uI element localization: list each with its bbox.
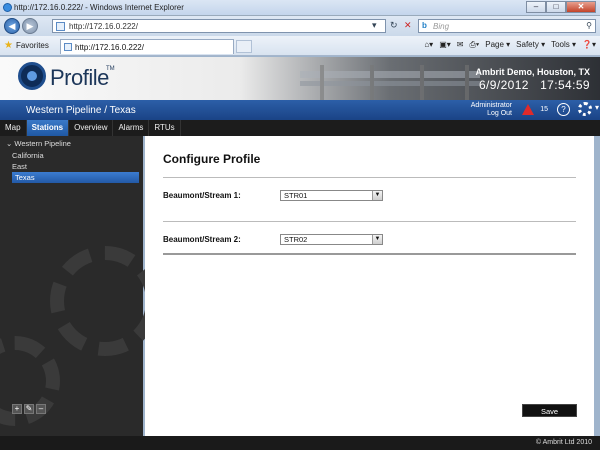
address-toolbar: ◀ ▶ http://172.16.0.222/ ▾ ↻ ✕ b Bing ⚲ bbox=[0, 16, 600, 36]
logo-text: Profile bbox=[50, 65, 109, 90]
browser-tab[interactable]: http://172.16.0.222/ bbox=[60, 39, 234, 54]
page-icon bbox=[56, 22, 65, 31]
add-node-button[interactable]: + bbox=[12, 404, 22, 414]
tab-overview[interactable]: Overview bbox=[69, 120, 114, 136]
alarm-count: 15 bbox=[540, 106, 548, 113]
profile-logo-icon bbox=[18, 62, 46, 90]
site-label: Ambrit Demo, Houston, TX bbox=[475, 67, 591, 77]
header-time: 17:54:59 bbox=[540, 78, 590, 92]
refresh-icon[interactable]: ↻ bbox=[390, 20, 398, 31]
maximize-button[interactable]: □ bbox=[546, 1, 566, 13]
save-button[interactable]: Save bbox=[522, 404, 577, 417]
help-icon[interactable]: ? bbox=[557, 103, 570, 116]
main-panel: Configure Profile Beaumont/Stream 1: STR… bbox=[145, 136, 594, 436]
tree-item-east[interactable]: East bbox=[12, 161, 151, 172]
ie-logo-icon bbox=[3, 3, 12, 12]
remove-node-button[interactable]: – bbox=[36, 404, 46, 414]
stream2-label: Beaumont/Stream 2: bbox=[163, 235, 241, 244]
browser-title-bar: http://172.16.0.222/ - Windows Internet … bbox=[0, 0, 600, 16]
close-button[interactable]: ✕ bbox=[566, 1, 596, 13]
safety-menu[interactable]: Safety ▾ bbox=[516, 40, 545, 50]
chevron-down-icon[interactable]: ▼ bbox=[372, 235, 382, 244]
stream1-value: STR01 bbox=[284, 191, 308, 200]
stream1-select[interactable]: STR01 ▼ bbox=[280, 190, 383, 201]
tree-root-label: Western Pipeline bbox=[14, 139, 71, 148]
divider bbox=[163, 177, 576, 178]
tab-title: http://172.16.0.222/ bbox=[75, 43, 144, 52]
divider bbox=[163, 221, 576, 222]
page-title: Configure Profile bbox=[163, 152, 261, 166]
back-button[interactable]: ◀ bbox=[4, 18, 20, 34]
search-placeholder: Bing bbox=[433, 22, 450, 31]
tree-item-california[interactable]: California bbox=[12, 150, 151, 161]
logo-trademark: TM bbox=[106, 66, 115, 72]
new-tab-button[interactable] bbox=[236, 40, 252, 53]
print-icon[interactable]: ⎙▾ bbox=[469, 40, 479, 50]
forward-button[interactable]: ▶ bbox=[22, 18, 38, 34]
mail-icon[interactable]: ✉ bbox=[457, 40, 464, 50]
search-icon[interactable]: ⚲ bbox=[586, 21, 592, 30]
nav-tabs: Map Stations Overview Alarms RTUs bbox=[0, 120, 600, 136]
tab-stations[interactable]: Stations bbox=[26, 120, 70, 136]
window-title: http://172.16.0.222/ - Windows Internet … bbox=[14, 3, 184, 12]
expand-chevron-icon[interactable]: ⌄ bbox=[6, 139, 12, 148]
command-bar: ★ Favorites http://172.16.0.222/ ⌂▾ ▣▾ ✉… bbox=[0, 36, 600, 56]
tab-map[interactable]: Map bbox=[0, 120, 27, 136]
stop-icon[interactable]: ✕ bbox=[404, 20, 412, 31]
logout-link[interactable]: Log Out bbox=[471, 110, 512, 118]
stream2-select[interactable]: STR02 ▼ bbox=[280, 234, 383, 245]
settings-gear-icon[interactable] bbox=[578, 102, 599, 116]
chevron-down-icon[interactable]: ▼ bbox=[372, 191, 382, 200]
minimize-button[interactable]: – bbox=[526, 1, 546, 13]
breadcrumb-bar: Western Pipeline / Texas Administrator L… bbox=[0, 100, 600, 120]
tree-root-western-pipeline[interactable]: ⌄ Western Pipeline bbox=[6, 138, 145, 149]
tools-menu[interactable]: Tools ▾ bbox=[551, 40, 576, 50]
feeds-icon[interactable]: ▣▾ bbox=[439, 40, 451, 50]
tree-item-texas[interactable]: Texas bbox=[12, 172, 139, 183]
breadcrumb: Western Pipeline / Texas bbox=[26, 105, 136, 116]
stream2-value: STR02 bbox=[284, 235, 308, 244]
footer: © Ambrit Ltd 2010 bbox=[0, 436, 600, 450]
bing-icon: b bbox=[422, 21, 427, 30]
tab-rtus[interactable]: RTUs bbox=[149, 120, 181, 136]
page-menu[interactable]: Page ▾ bbox=[485, 40, 510, 50]
home-icon[interactable]: ⌂▾ bbox=[424, 40, 433, 50]
address-field[interactable]: http://172.16.0.222/ bbox=[52, 19, 386, 33]
tab-page-icon bbox=[64, 43, 72, 51]
help-menu[interactable]: ❓▾ bbox=[582, 40, 596, 50]
sidebar: ⌄ Western Pipeline California East Texas… bbox=[0, 136, 160, 436]
dropdown-icon[interactable]: ▾ bbox=[372, 20, 377, 31]
divider bbox=[163, 253, 576, 255]
favorites-button[interactable]: ★ Favorites bbox=[4, 40, 49, 51]
user-name: Administrator bbox=[470, 102, 512, 109]
pipeline-banner-image bbox=[300, 65, 480, 100]
decorative-gear-icon bbox=[50, 246, 160, 356]
address-text: http://172.16.0.222/ bbox=[69, 22, 138, 31]
app-header: Profile TM Ambrit Demo, Houston, TX 6/9/… bbox=[0, 57, 600, 100]
star-icon: ★ bbox=[4, 40, 13, 51]
alarm-warning-icon[interactable] bbox=[522, 104, 534, 115]
copyright: © Ambrit Ltd 2010 bbox=[535, 439, 592, 446]
edit-node-button[interactable]: ✎ bbox=[24, 404, 34, 414]
header-date: 6/9/2012 bbox=[478, 78, 529, 92]
stream1-label: Beaumont/Stream 1: bbox=[163, 191, 241, 200]
favorites-label: Favorites bbox=[15, 41, 49, 50]
tab-alarms[interactable]: Alarms bbox=[113, 120, 150, 136]
search-field[interactable]: b Bing ⚲ bbox=[418, 19, 596, 33]
